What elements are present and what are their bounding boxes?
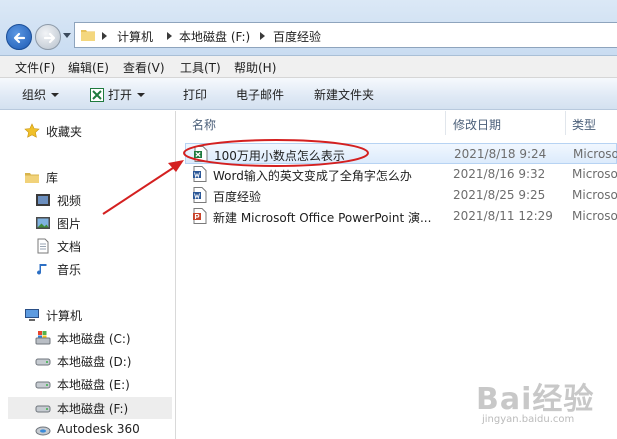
address-path-box[interactable]: 计算机 本地磁盘 (F:) 百度经验 [74,22,617,48]
file-name: 100万用小数点怎么表示 [214,149,345,163]
sidebar-item-label: 音乐 [57,263,82,277]
forward-button[interactable] [35,24,61,50]
breadcrumb-drive-f[interactable]: 本地磁盘 (F:) [179,28,250,45]
arrow-left-icon [13,32,26,44]
sidebar-item-label: 文档 [57,240,82,254]
chevron-down-icon [51,93,60,97]
menu-bar: 文件(F) 编辑(E) 查看(V) 工具(T) 帮助(H) [0,56,617,78]
drive-icon [35,405,51,413]
file-row[interactable]: 新建 Microsoft Office PowerPoint 演... 2021… [185,206,617,227]
sidebar-item-label: 图片 [57,217,82,231]
sidebar-item-drive-f[interactable]: 本地磁盘 (F:) [8,397,172,419]
menu-file[interactable]: 文件(F) [15,59,55,76]
file-name: Word输入的英文变成了全角字怎么办 [213,169,412,183]
chevron-down-icon [137,93,146,97]
sidebar-item-label: Autodesk 360 [57,422,140,436]
sidebar-item-label: 本地磁盘 (E:) [57,378,130,392]
sidebar-item-drive-c[interactable]: 本地磁盘 (C:) [35,328,174,348]
watermark-logo: Bai经验 [476,382,595,417]
file-name: 新建 Microsoft Office PowerPoint 演... [213,211,432,225]
breadcrumb-baidu-jingyan[interactable]: 百度经验 [273,28,321,45]
sidebar-item-label: 收藏夹 [46,125,83,139]
breadcrumb-separator-icon[interactable] [260,32,265,40]
file-type: Microso [572,209,617,223]
arrow-right-icon [43,32,56,44]
sidebar-item-label: 本地磁盘 (F:) [57,402,129,416]
sidebar-item-drive-e[interactable]: 本地磁盘 (E:) [35,374,174,394]
system-drive-icon [35,331,51,345]
music-note-icon [37,264,47,275]
computer-icon [25,309,39,321]
history-dropdown-icon[interactable] [63,33,71,38]
menu-view[interactable]: 查看(V) [123,59,165,76]
address-bar-area: 计算机 本地磁盘 (F:) 百度经验 [0,0,617,56]
sidebar-item-label: 本地磁盘 (D:) [57,355,132,369]
open-label: 打开 [108,88,133,102]
file-row[interactable]: Word输入的英文变成了全角字怎么办 2021/8/16 9:32 Micros… [185,164,617,185]
video-icon [36,194,50,206]
menu-edit[interactable]: 编辑(E) [68,59,109,76]
file-date: 2021/8/11 12:29 [453,209,553,223]
sidebar-item-library[interactable]: 库 [24,167,174,187]
star-icon [24,123,40,138]
column-header-label: 类型 [572,118,597,132]
column-header-type[interactable]: 类型 [566,111,617,135]
cloud-drive-icon [35,426,51,436]
folder-icon [81,30,95,41]
file-row[interactable]: 100万用小数点怎么表示 2021/8/18 9:24 Microso [185,143,617,164]
drive-icon [35,381,51,389]
file-row[interactable]: 百度经验 2021/8/25 9:25 Microso [185,185,617,206]
file-type: Microso [573,147,617,161]
organize-button[interactable]: 组织 [22,86,60,103]
file-date: 2021/8/16 9:32 [453,167,546,181]
excel-file-icon [194,146,208,162]
file-date: 2021/8/25 9:25 [453,188,546,202]
sidebar-item-label: 计算机 [46,309,83,323]
sidebar-item-label: 视频 [57,194,82,208]
navigation-pane: 收藏夹 库 视频 图片 文档 音乐 计算机 本地磁盘 (C:) 本地磁盘 (D:… [0,111,176,439]
file-name: 百度经验 [213,190,262,204]
library-folder-icon [25,173,39,183]
column-header-name[interactable]: 名称 [177,111,445,135]
sidebar-item-label: 本地磁盘 (C:) [57,332,131,346]
excel-app-icon [90,88,104,102]
sidebar-item-favorites[interactable]: 收藏夹 [24,121,174,141]
column-header-label: 名称 [192,118,217,132]
sidebar-item-drive-d[interactable]: 本地磁盘 (D:) [35,351,174,371]
drive-icon [35,358,51,366]
print-button[interactable]: 打印 [183,86,207,103]
baidu-jingyan-watermark: Bai经验 jingyan.baidu.com [470,372,610,432]
column-header-label: 修改日期 [453,118,502,132]
sidebar-item-pictures[interactable]: 图片 [35,213,174,233]
breadcrumb-separator-icon[interactable] [102,32,107,40]
sidebar-item-computer[interactable]: 计算机 [24,305,174,325]
open-button[interactable]: 打开 [90,86,146,103]
new-folder-button[interactable]: 新建文件夹 [314,86,374,103]
email-button[interactable]: 电子邮件 [236,86,284,103]
file-type: Microso [572,188,617,202]
sidebar-item-autodesk-360[interactable]: Autodesk 360 [35,420,174,439]
menu-tools[interactable]: 工具(T) [180,59,221,76]
sidebar-item-documents[interactable]: 文档 [35,236,174,256]
organize-label: 组织 [22,88,47,102]
powerpoint-file-icon [193,208,207,224]
word-file-icon [193,187,207,203]
file-date: 2021/8/18 9:24 [454,147,547,161]
back-button[interactable] [6,24,32,50]
breadcrumb-separator-icon[interactable] [167,32,172,40]
picture-icon [36,217,50,229]
column-header-modified[interactable]: 修改日期 [446,111,565,135]
command-toolbar: 组织 打开 打印 电子邮件 新建文件夹 [0,78,617,110]
document-icon [37,238,49,254]
sidebar-item-label: 库 [46,171,59,185]
file-type: Microso [572,167,617,181]
sidebar-item-music[interactable]: 音乐 [35,259,174,279]
watermark-url: jingyan.baidu.com [482,414,575,425]
word-file-icon [193,166,207,182]
breadcrumb-computer[interactable]: 计算机 [117,28,153,45]
menu-help[interactable]: 帮助(H) [234,59,276,76]
sidebar-item-videos[interactable]: 视频 [35,190,174,210]
